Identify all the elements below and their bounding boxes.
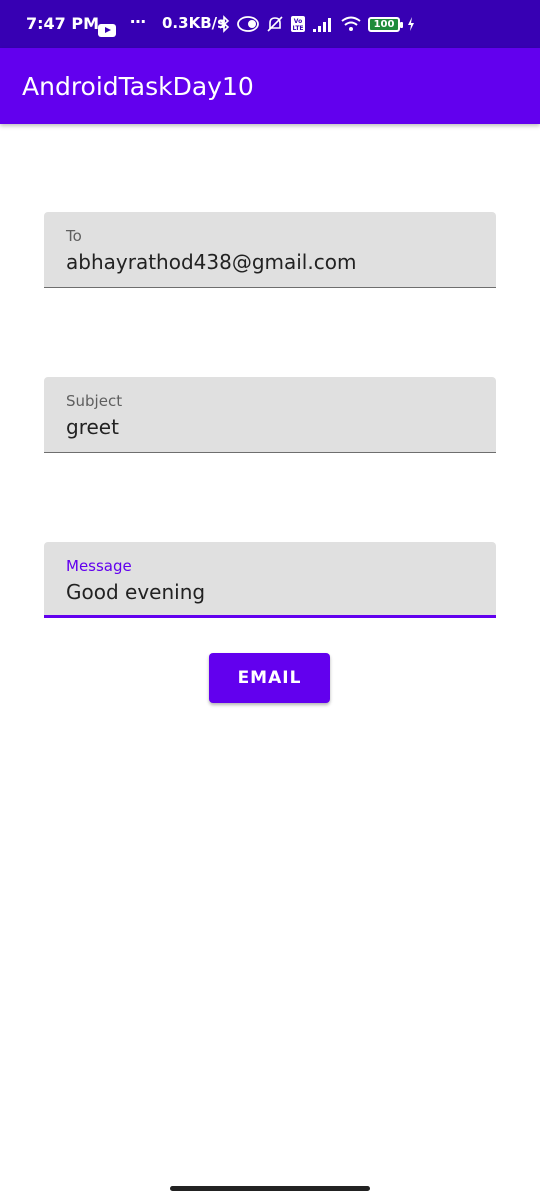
gesture-nav-bar[interactable] (170, 1186, 370, 1191)
status-icons: Vo LTE 100 (218, 12, 416, 36)
email-button[interactable]: EMAIL (209, 653, 330, 703)
subject-label: Subject (66, 392, 123, 410)
message-field[interactable]: Message Good evening (44, 542, 496, 618)
svg-text:Vo: Vo (294, 18, 302, 25)
battery-icon: 100 (368, 16, 403, 32)
youtube-icon (98, 24, 116, 37)
to-input[interactable]: abhayrathod438@gmail.com (66, 250, 356, 274)
message-label: Message (66, 557, 132, 575)
charging-icon (406, 14, 416, 34)
app-title: AndroidTaskDay10 (22, 72, 254, 101)
status-bar: 7:47 PM ⋯ 0.3KB/s Vo LTE 100 (0, 0, 540, 48)
volte-icon: Vo LTE (290, 14, 306, 34)
alarm-off-icon (266, 14, 284, 34)
signal-icon (312, 14, 334, 34)
subject-field[interactable]: Subject greet (44, 377, 496, 453)
network-speed: 0.3KB/s (162, 14, 227, 32)
bluetooth-icon (218, 14, 230, 34)
screen: 7:47 PM ⋯ 0.3KB/s Vo LTE 100 AndroidTask… (0, 0, 540, 1200)
app-bar: AndroidTaskDay10 (0, 48, 540, 124)
more-notifications-icon: ⋯ (130, 12, 147, 31)
subject-input[interactable]: greet (66, 415, 119, 439)
svg-text:LTE: LTE (292, 25, 303, 32)
status-time: 7:47 PM (26, 14, 100, 33)
wifi-icon (340, 14, 362, 34)
data-saver-icon (236, 14, 260, 34)
message-input[interactable]: Good evening (66, 580, 205, 604)
to-field[interactable]: To abhayrathod438@gmail.com (44, 212, 496, 288)
to-label: To (66, 227, 82, 245)
